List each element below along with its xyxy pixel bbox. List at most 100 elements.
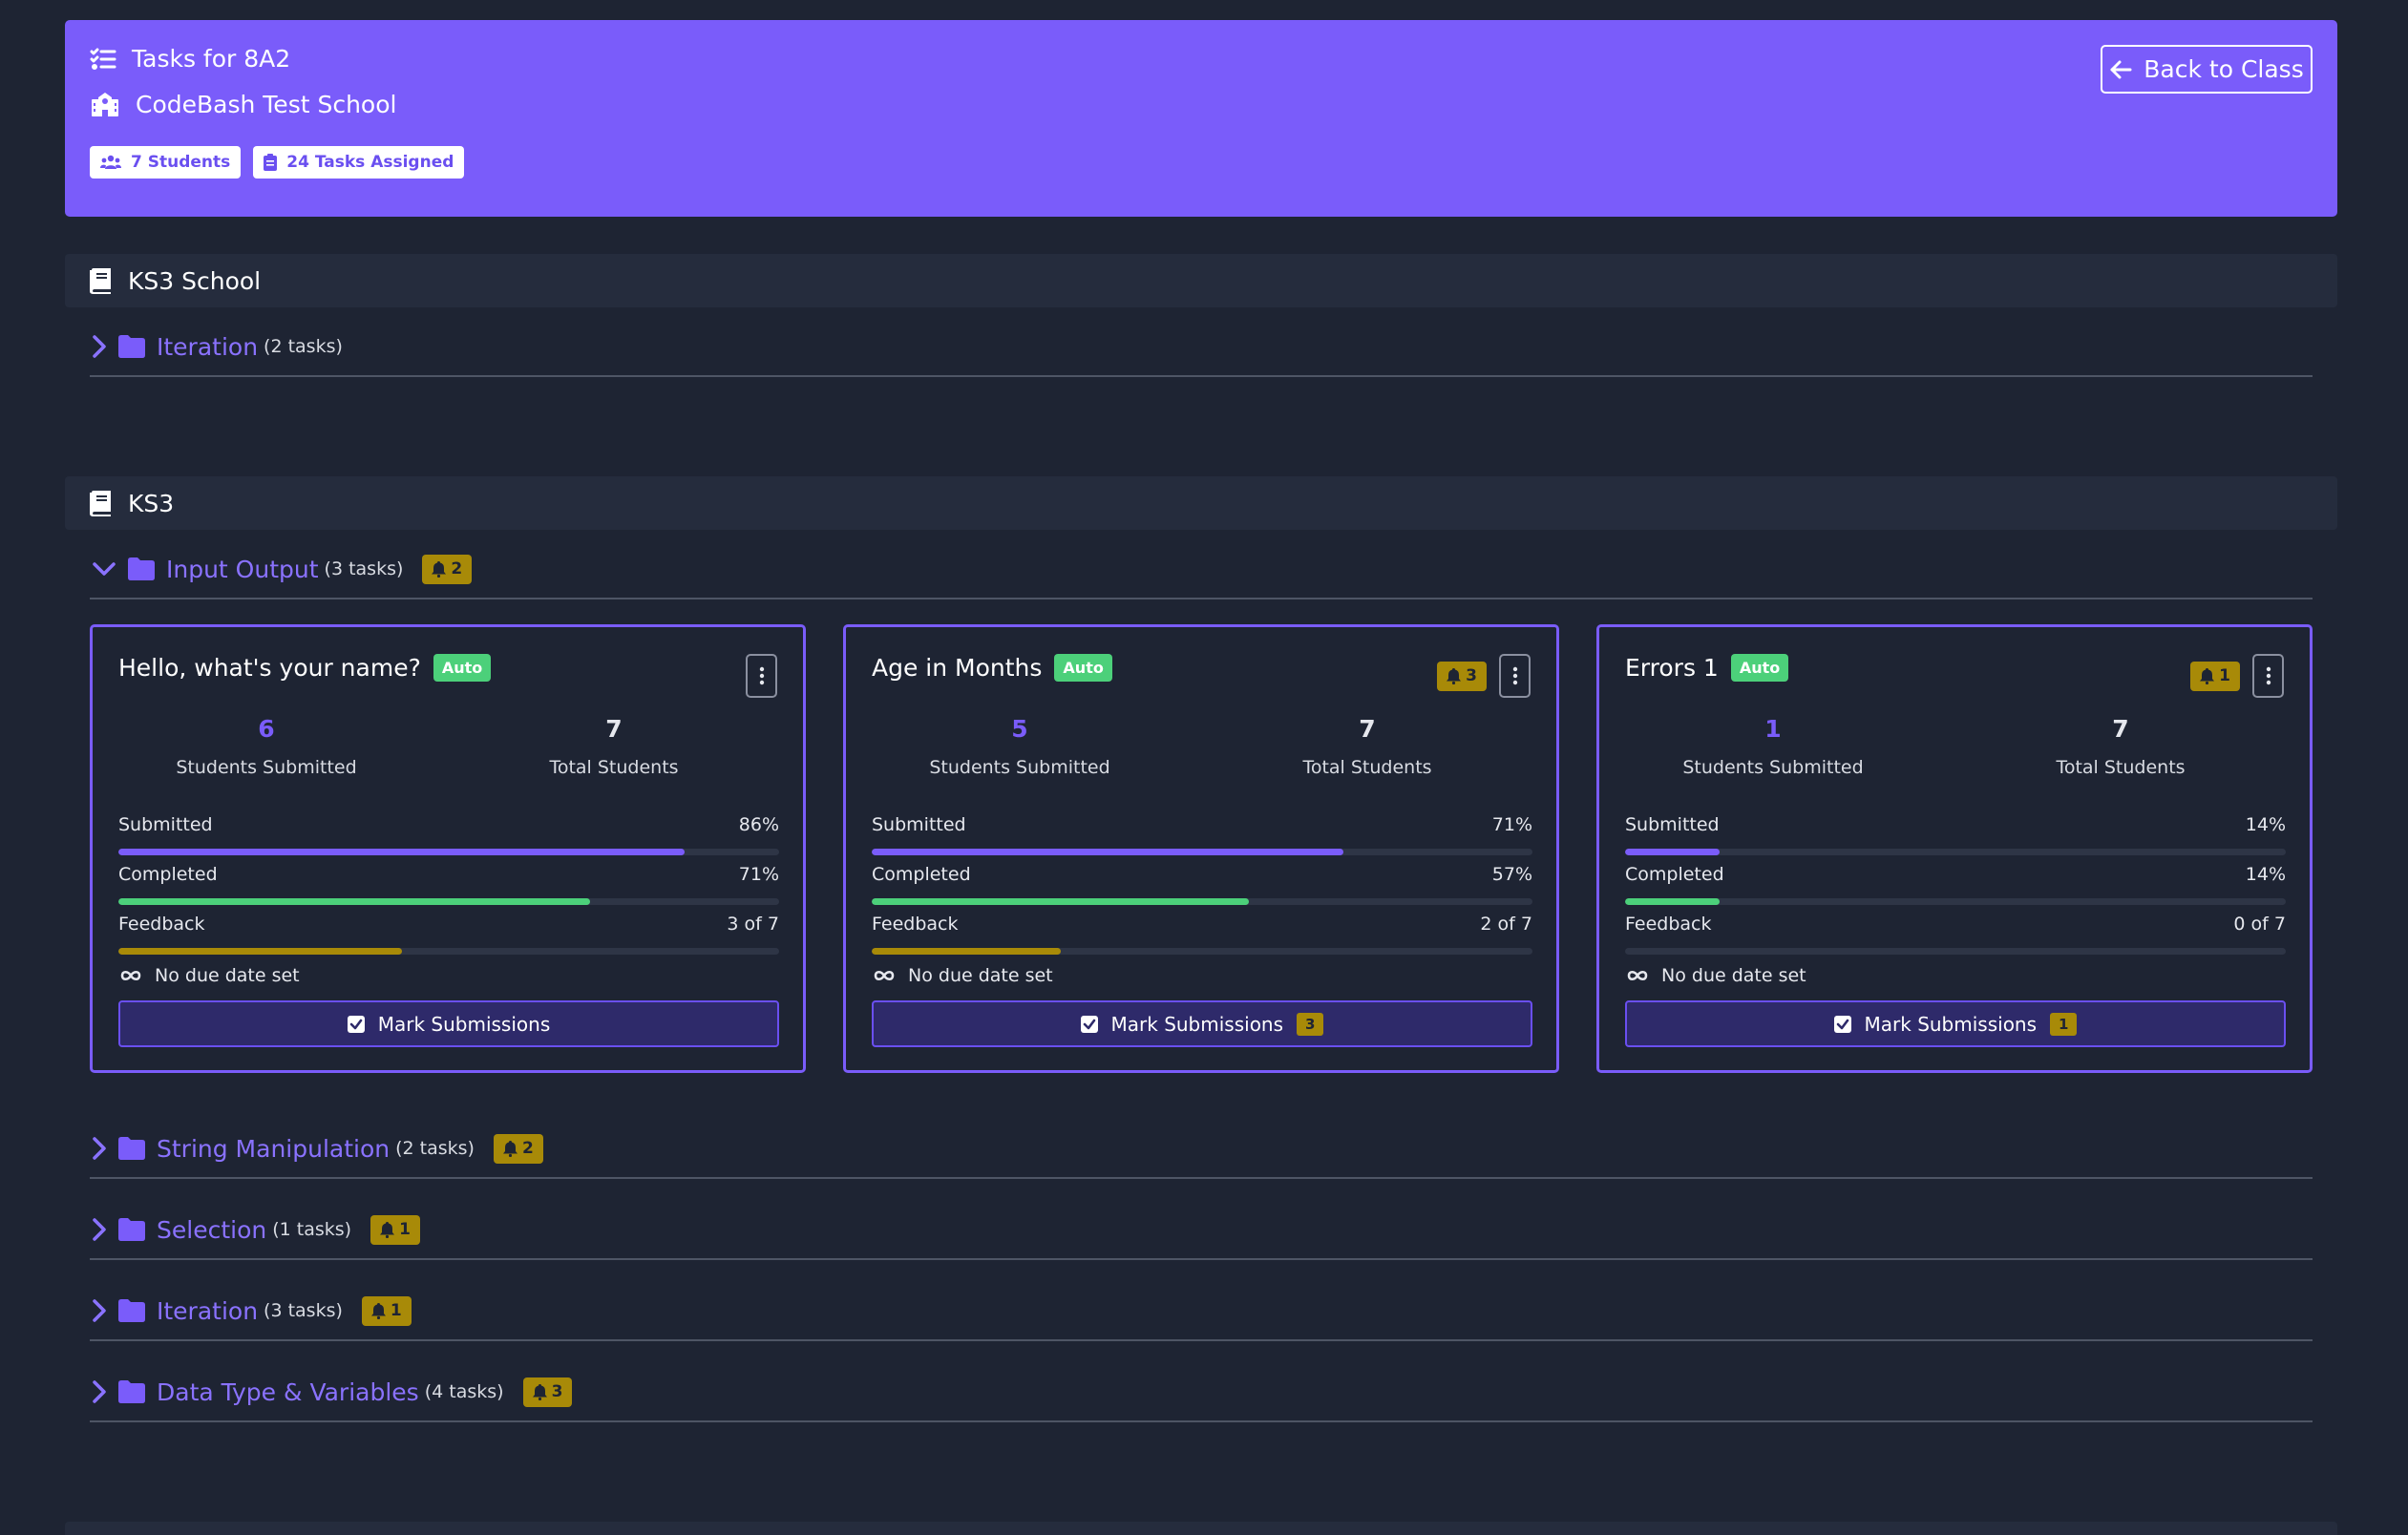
- more-vertical-icon: [1512, 666, 1517, 685]
- task-title: Errors 1: [1625, 654, 1719, 682]
- metric-value: 0 of 7: [2233, 914, 2286, 935]
- notification-count: 1: [399, 1220, 411, 1239]
- chevron-right-icon: [93, 1137, 106, 1160]
- total-students-label: Total Students: [549, 757, 679, 778]
- submitted-progress-fill: [1625, 849, 1720, 855]
- mark-submissions-button[interactable]: Mark Submissions: [118, 1000, 779, 1047]
- task-title: Age in Months: [872, 654, 1043, 682]
- folder-name[interactable]: Iteration: [157, 1297, 258, 1325]
- completed-metric: Completed 57%: [872, 864, 1532, 905]
- folder-row[interactable]: Selection (1 tasks) 1: [90, 1201, 2313, 1260]
- chevron-right-icon: [93, 1299, 106, 1322]
- notification-badge: 1: [370, 1214, 420, 1245]
- bell-icon: [532, 1383, 547, 1400]
- folder-row[interactable]: Data Type & Variables (4 tasks) 3: [90, 1363, 2313, 1422]
- students-submitted-stat: 1 Students Submitted: [1599, 715, 1947, 778]
- folder-task-count: (4 tasks): [424, 1381, 504, 1402]
- task-actions: [746, 654, 777, 698]
- folder-task-count: (2 tasks): [395, 1138, 475, 1159]
- folder-icon: [118, 1380, 145, 1403]
- mark-submissions-button[interactable]: Mark Submissions 3: [872, 1000, 1532, 1047]
- folder-row[interactable]: Iteration (3 tasks) 1: [90, 1282, 2313, 1341]
- completed-progress-fill: [118, 898, 591, 905]
- infinity-icon: [1627, 970, 1648, 981]
- folder-task-count: (2 tasks): [264, 336, 343, 357]
- students-submitted-stat: 5 Students Submitted: [846, 715, 1193, 778]
- check-square-icon: [1833, 1015, 1851, 1033]
- metric-value: 86%: [738, 814, 779, 835]
- folder-name[interactable]: Selection: [157, 1216, 266, 1244]
- completed-metric: Completed 71%: [118, 864, 779, 905]
- book-icon: [90, 490, 111, 516]
- chevron-down-icon: [93, 562, 116, 576]
- bell-icon: [2200, 667, 2215, 684]
- progress-track: [1625, 849, 2286, 855]
- metric-value: 14%: [2245, 814, 2286, 835]
- metric-label: Feedback: [1625, 914, 1712, 935]
- students-submitted-stat: 6 Students Submitted: [93, 715, 440, 778]
- feedback-progress-fill: [872, 948, 1061, 955]
- notification-badge: 3: [1437, 661, 1487, 691]
- bell-icon: [502, 1140, 518, 1157]
- progress-track: [872, 898, 1532, 905]
- students-submitted-count: 6: [258, 715, 275, 743]
- back-to-class-button[interactable]: Back to Class: [2101, 45, 2313, 94]
- folder-name[interactable]: Iteration: [157, 333, 258, 361]
- progress-track: [118, 849, 779, 855]
- auto-badge: Auto: [1730, 654, 1789, 682]
- section-title: KS3 School: [128, 266, 262, 295]
- chevron-right-icon: [93, 1380, 106, 1403]
- total-students-count: 7: [1359, 715, 1376, 743]
- metric-value: 71%: [1491, 814, 1532, 835]
- students-count-label: 7 Students: [131, 153, 231, 172]
- folder-name[interactable]: Input Output: [166, 556, 319, 583]
- metric-value: 2 of 7: [1480, 914, 1532, 935]
- folder-task-count: (1 tasks): [272, 1219, 352, 1240]
- section-header: KS3 School: [65, 254, 2337, 307]
- notification-count: 2: [521, 1139, 534, 1158]
- metric-label: Feedback: [118, 914, 205, 935]
- folder-icon: [118, 1218, 145, 1241]
- more-vertical-icon: [2266, 666, 2271, 685]
- due-date-text: No due date set: [908, 965, 1053, 986]
- students-count-pill: 7 Students: [90, 146, 242, 179]
- page: Tasks for 8A2 CodeBash Test School 7 Stu…: [0, 0, 2408, 1535]
- metric-label: Submitted: [872, 814, 966, 835]
- metric-label: Completed: [872, 864, 971, 885]
- progress-track: [872, 849, 1532, 855]
- progress-track: [1625, 948, 2286, 955]
- total-students-label: Total Students: [1302, 757, 1432, 778]
- task-title-row: Errors 1 Auto: [1625, 654, 1789, 682]
- users-icon: [100, 155, 121, 169]
- submitted-progress-fill: [872, 849, 1344, 855]
- mark-submissions-label: Mark Submissions: [1110, 1012, 1284, 1036]
- metric-value: 71%: [738, 864, 779, 885]
- folder-icon: [128, 557, 155, 580]
- task-menu-button[interactable]: [746, 654, 777, 698]
- due-date: No due date set: [118, 965, 300, 986]
- students-submitted-label: Students Submitted: [176, 757, 357, 778]
- task-menu-button[interactable]: [1499, 654, 1531, 698]
- folder-name[interactable]: Data Type & Variables: [157, 1378, 419, 1406]
- folder-row-expanded[interactable]: Input Output (3 tasks) 2: [90, 540, 2313, 599]
- folder-name[interactable]: String Manipulation: [157, 1135, 390, 1163]
- completed-metric: Completed 14%: [1625, 864, 2286, 905]
- check-square-icon: [347, 1015, 365, 1033]
- mark-submissions-button[interactable]: Mark Submissions 1: [1625, 1000, 2286, 1047]
- metric-value: 57%: [1491, 864, 1532, 885]
- submitted-metric: Submitted 71%: [872, 814, 1532, 855]
- task-menu-button[interactable]: [2252, 654, 2284, 698]
- folder-row[interactable]: Iteration (2 tasks): [90, 318, 2313, 377]
- task-card: Age in Months Auto 3 5 Students Submitte…: [843, 624, 1559, 1073]
- metric-label: Feedback: [872, 914, 959, 935]
- submitted-progress-fill: [118, 849, 686, 855]
- class-header: Tasks for 8A2 CodeBash Test School 7 Stu…: [65, 20, 2337, 217]
- total-students-label: Total Students: [2056, 757, 2186, 778]
- folder-task-count: (3 tasks): [324, 558, 404, 579]
- back-to-class-label: Back to Class: [2144, 55, 2304, 83]
- notification-count: 1: [390, 1301, 402, 1320]
- folder-row[interactable]: String Manipulation (2 tasks) 2: [90, 1120, 2313, 1179]
- notification-count: 2: [451, 559, 463, 578]
- total-students-stat: 7 Total Students: [440, 715, 788, 778]
- feedback-metric: Feedback 0 of 7: [1625, 914, 2286, 955]
